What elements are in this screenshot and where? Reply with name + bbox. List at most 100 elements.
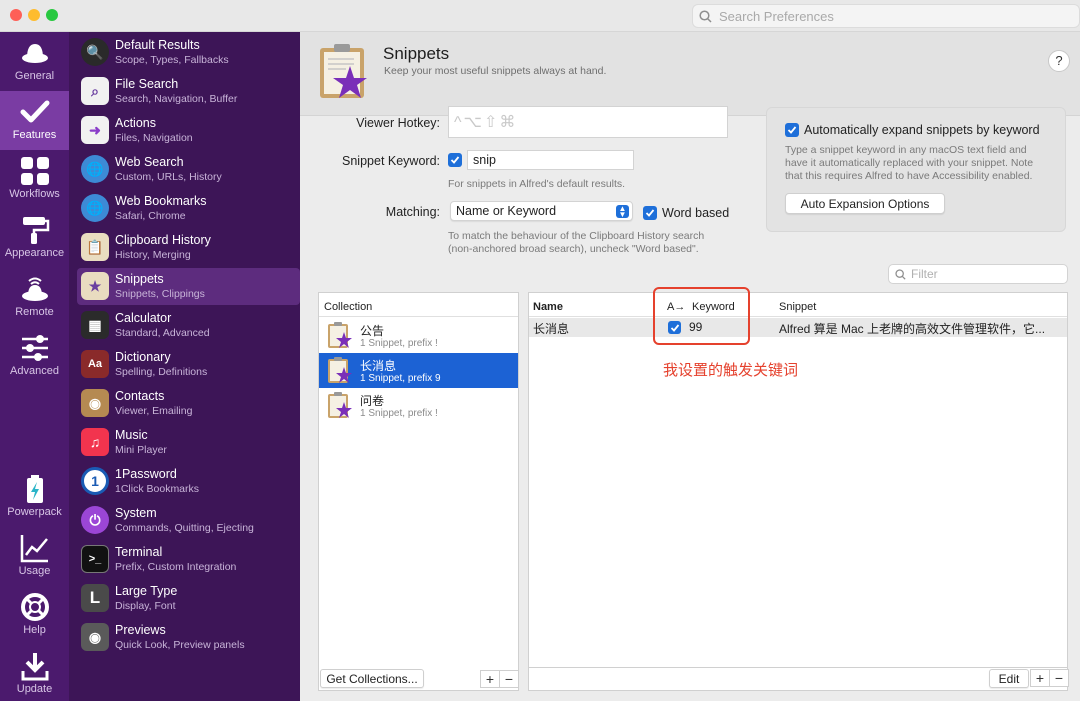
remove-snippet-button[interactable]: − (1049, 669, 1069, 687)
rail-label: Powerpack (7, 506, 62, 518)
feature-title: Default Results (115, 38, 200, 52)
viewer-hotkey-field[interactable]: ^⌥⇧⌘ (448, 106, 728, 138)
feature-subtitle: History, Merging (115, 249, 191, 261)
feature-title: Dictionary (115, 350, 171, 364)
search-preferences-input[interactable]: Search Preferences (692, 4, 1080, 28)
feature-item-music[interactable]: ♫ Music Mini Player (77, 424, 300, 461)
collection-row[interactable]: 公告 1 Snippet, prefix ! (319, 318, 518, 353)
annotation-highlight-box (653, 287, 750, 345)
feature-title: Calculator (115, 311, 172, 325)
globe-bookmark-icon: 🌐 (81, 194, 109, 222)
feature-title: Large Type (115, 584, 178, 598)
calculator-icon: ▦ (81, 311, 109, 339)
feature-item-actions[interactable]: ➜ Actions Files, Navigation (77, 112, 300, 149)
lifebuoy-icon (20, 593, 49, 621)
feature-subtitle: Mini Player (115, 444, 167, 456)
feature-subtitle: Custom, URLs, History (115, 171, 222, 183)
snippet-keyword-label: Snippet Keyword: (342, 154, 440, 168)
checkmark-icon (20, 100, 49, 123)
feature-title: Clipboard History (115, 233, 211, 247)
rail-label: Features (12, 129, 57, 141)
feature-subtitle: Search, Navigation, Buffer (115, 93, 238, 105)
collection-column-header[interactable]: Collection (319, 293, 518, 317)
feature-item-clipboard-history[interactable]: 📋 Clipboard History History, Merging (77, 229, 300, 266)
feature-subtitle: Standard, Advanced (115, 327, 210, 339)
collection-name: 公告 (360, 324, 385, 338)
rail-item-advanced[interactable]: Advanced (0, 327, 69, 386)
snippet-keyword-input[interactable]: snip (467, 150, 634, 170)
collection-name: 长消息 (360, 359, 397, 373)
preferences-window: Search Preferences General Features Work… (0, 0, 1080, 701)
feature-item-terminal[interactable]: >_ Terminal Prefix, Custom Integration (77, 541, 300, 578)
feature-item-dictionary[interactable]: Aa Dictionary Spelling, Definitions (77, 346, 300, 383)
rail-item-powerpack[interactable]: Powerpack (0, 468, 69, 527)
edit-snippet-button[interactable]: Edit (989, 669, 1029, 688)
rail-item-help[interactable]: Help (0, 586, 69, 645)
collection-detail: 1 Snippet, prefix ! (360, 338, 438, 349)
feature-item-large-type[interactable]: L Large Type Display, Font (77, 580, 300, 617)
feature-item-snippets[interactable]: ★ Snippets Snippets, Clippings (77, 268, 300, 305)
rail-label: Remote (15, 306, 54, 318)
add-snippet-button[interactable]: + (1030, 669, 1050, 687)
rail-item-workflows[interactable]: Workflows (0, 150, 69, 209)
1password-icon: 1 (81, 467, 109, 495)
snippets-table: Name A→ Keyword Snippet 长消息 99 Alfred 算是… (528, 292, 1068, 668)
feature-subtitle: Spelling, Definitions (115, 366, 208, 378)
eye-icon: ◉ (81, 623, 109, 651)
title-bar: Search Preferences (0, 0, 1080, 32)
auto-expand-checkbox[interactable] (785, 123, 799, 137)
feature-item-previews[interactable]: ◉ Previews Quick Look, Preview panels (77, 619, 300, 656)
feature-title: Web Search (115, 155, 184, 169)
remove-collection-button[interactable]: − (499, 670, 519, 688)
sliders-icon (21, 335, 48, 361)
snippet-name-cell: 长消息 (533, 322, 570, 336)
feature-item-1password[interactable]: 1 1Password 1Click Bookmarks (77, 463, 300, 500)
matching-select[interactable]: Name or Keyword ▲ ▼ (450, 201, 633, 221)
feature-item-contacts[interactable]: ◉ Contacts Viewer, Emailing (77, 385, 300, 422)
rail-label: Appearance (4, 247, 65, 259)
collection-row[interactable]: 问卷 1 Snippet, prefix ! (319, 388, 518, 423)
column-header-name[interactable]: Name (533, 301, 563, 313)
feature-item-file-search[interactable]: ⌕ File Search Search, Navigation, Buffer (77, 73, 300, 110)
matching-note-line-2: (non-anchored broad search), uncheck "Wo… (448, 243, 699, 255)
feature-title: 1Password (115, 467, 177, 481)
rail-item-update[interactable]: Update (0, 645, 69, 701)
collection-row[interactable]: 长消息 1 Snippet, prefix 9 (319, 353, 518, 388)
arrow-right-icon: ➜ (81, 116, 109, 144)
feature-item-web-bookmarks[interactable]: 🌐 Web Bookmarks Safari, Chrome (77, 190, 300, 227)
rail-item-general[interactable]: General (0, 32, 69, 91)
rail-item-appearance[interactable]: Appearance (0, 209, 69, 268)
rail-item-usage[interactable]: Usage (0, 527, 69, 586)
snippet-keyword-checkbox[interactable] (448, 153, 462, 167)
auto-expansion-options-button[interactable]: Auto Expansion Options (785, 193, 945, 214)
feature-title: Actions (115, 116, 156, 130)
feature-item-system[interactable]: ⏻ System Commands, Quitting, Ejecting (77, 502, 300, 539)
annotation-text: 我设置的触发关键词 (663, 362, 799, 379)
rail-item-remote[interactable]: Remote (0, 268, 69, 327)
feature-subtitle: Prefix, Custom Integration (115, 561, 237, 573)
feature-item-web-search[interactable]: 🌐 Web Search Custom, URLs, History (77, 151, 300, 188)
checkmark-icon (787, 126, 797, 134)
filter-input[interactable]: Filter (888, 264, 1068, 284)
zoom-window-button[interactable] (46, 9, 58, 21)
help-button[interactable]: ? (1048, 50, 1070, 72)
alfred-hat-icon (21, 44, 48, 63)
word-based-checkbox[interactable] (643, 206, 657, 220)
minimize-window-button[interactable] (28, 9, 40, 21)
rail-item-features[interactable]: Features (0, 91, 69, 150)
get-collections-button[interactable]: Get Collections... (320, 669, 424, 688)
feature-subtitle: Commands, Quitting, Ejecting (115, 522, 254, 534)
snippet-content-cell: Alfred 算是 Mac 上老牌的高效文件管理软件，它... (779, 322, 1046, 336)
column-header-snippet[interactable]: Snippet (779, 301, 816, 313)
table-row[interactable]: 长消息 99 Alfred 算是 Mac 上老牌的高效文件管理软件，它... (529, 318, 1067, 337)
category-rail: General Features Workflows Appearance Re… (0, 32, 69, 701)
feature-item-default-results[interactable]: 🔍 Default Results Scope, Types, Fallback… (77, 34, 300, 71)
add-collection-button[interactable]: + (480, 670, 500, 688)
search-icon (699, 9, 712, 23)
search-placeholder: Search Preferences (719, 8, 834, 24)
close-window-button[interactable] (10, 9, 22, 21)
feature-subtitle: Scope, Types, Fallbacks (115, 54, 229, 66)
feature-item-calculator[interactable]: ▦ Calculator Standard, Advanced (77, 307, 300, 344)
snippet-collection-icon (328, 357, 352, 383)
feature-title: Contacts (115, 389, 165, 403)
